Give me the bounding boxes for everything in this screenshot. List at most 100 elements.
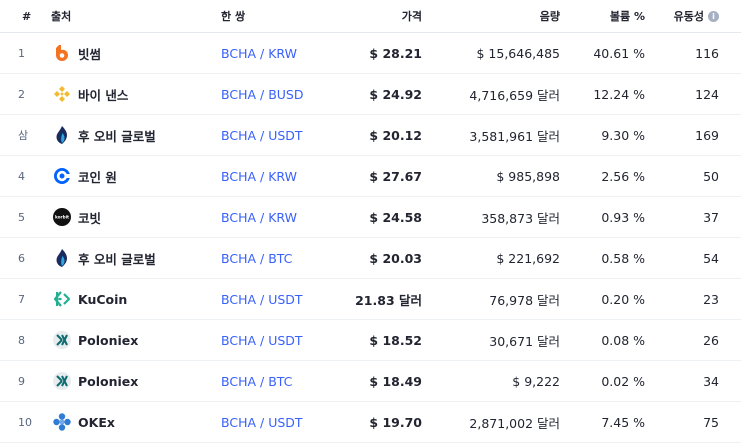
price-value: $ 19.70 (369, 414, 422, 430)
kucoin-logo-icon (52, 289, 72, 309)
row-rank: 1 (18, 46, 25, 60)
exchange-link[interactable]: 후 오비 글로벌 (52, 115, 212, 155)
volume-value: 30,671 달러 (489, 333, 560, 349)
table-row[interactable]: 8 Poloniex BCHA / USDT $ 18.52 30,671 달러… (0, 320, 741, 361)
binance-logo-icon (52, 84, 72, 104)
poloniex-logo-icon (52, 371, 72, 391)
volume-value: 4,716,659 달러 (469, 87, 560, 103)
row-rank: 4 (18, 169, 25, 183)
price-value: $ 24.92 (369, 86, 422, 102)
header-price[interactable]: 가격 (300, 0, 422, 32)
volume-share-value: 9.30 % (601, 127, 645, 143)
row-rank: 9 (18, 374, 25, 388)
table-header: # 출처 한 쌍 가격 음량 볼륨 % 유동성 i (0, 0, 741, 33)
header-volume-share[interactable]: 볼륨 % (570, 0, 645, 32)
korbit-logo-icon: korbit (52, 207, 72, 227)
info-icon[interactable]: i (708, 10, 719, 22)
row-rank: 삼 (18, 129, 29, 142)
exchange-link[interactable]: Poloniex (52, 320, 212, 360)
table-row[interactable]: 2 바이 낸스 BCHA / BUSD $ 24.92 4,716,659 달러… (0, 74, 741, 115)
exchange-name: Poloniex (78, 373, 139, 389)
price-value: $ 18.49 (369, 373, 422, 389)
exchange-name: 코인 원 (78, 169, 117, 185)
volume-share-value: 0.08 % (601, 332, 645, 348)
exchange-link[interactable]: KuCoin (52, 279, 212, 319)
exchange-name: 빗썸 (78, 46, 102, 62)
price-value: $ 18.52 (369, 332, 422, 348)
price-value: $ 24.58 (369, 209, 422, 225)
exchange-link[interactable]: 바이 낸스 (52, 74, 212, 114)
huobi-logo-icon (52, 125, 72, 145)
exchange-link[interactable]: 빗썸 (52, 33, 212, 73)
table-row[interactable]: 9 Poloniex BCHA / BTC $ 18.49 $ 9,222 0.… (0, 361, 741, 402)
exchange-name: 코빗 (78, 210, 102, 226)
header-volume[interactable]: 음량 (430, 0, 560, 32)
volume-share-value: 2.56 % (601, 168, 645, 184)
liquidity-value: 54 (703, 250, 719, 266)
liquidity-value: 50 (703, 168, 719, 184)
table-row[interactable]: 4 코인 원 BCHA / KRW $ 27.67 $ 985,898 2.56… (0, 156, 741, 197)
volume-value: 2,871,002 달러 (469, 415, 560, 431)
volume-share-value: 0.58 % (601, 250, 645, 266)
huobi-logo-icon (52, 248, 72, 268)
row-rank: 7 (18, 292, 25, 306)
table-row[interactable]: 5 korbit 코빗 BCHA / KRW $ 24.58 358,873 달… (0, 197, 741, 238)
table-row[interactable]: 삼 후 오비 글로벌 BCHA / USDT $ 20.12 3,581,961… (0, 115, 741, 156)
volume-value: $ 9,222 (512, 373, 560, 389)
liquidity-value: 34 (703, 373, 719, 389)
liquidity-value: 124 (695, 86, 719, 102)
row-rank: 5 (18, 210, 25, 224)
coinone-logo-icon (52, 166, 72, 186)
row-rank: 8 (18, 333, 25, 347)
price-value: $ 27.67 (369, 168, 422, 184)
row-rank: 10 (18, 415, 32, 429)
exchange-link[interactable]: korbit 코빗 (52, 197, 212, 237)
row-rank: 6 (18, 251, 25, 265)
exchange-link[interactable]: 후 오비 글로벌 (52, 238, 212, 278)
header-rank[interactable]: # (22, 0, 42, 32)
liquidity-value: 37 (703, 209, 719, 225)
markets-table: # 출처 한 쌍 가격 음량 볼륨 % 유동성 i 1 빗썸 BCHA / KR… (0, 0, 741, 443)
header-liquidity[interactable]: 유동성 i (660, 0, 719, 32)
price-value: $ 28.21 (369, 45, 422, 61)
table-row[interactable]: 6 후 오비 글로벌 BCHA / BTC $ 20.03 $ 221,692 … (0, 238, 741, 279)
okex-logo-icon (52, 412, 72, 432)
liquidity-value: 116 (695, 45, 719, 61)
volume-value: $ 985,898 (496, 168, 560, 184)
exchange-name: 후 오비 글로벌 (78, 251, 156, 267)
exchange-name: OKEx (78, 414, 115, 430)
volume-share-value: 0.02 % (601, 373, 645, 389)
price-value: 21.83 달러 (355, 292, 422, 308)
liquidity-value: 23 (703, 291, 719, 307)
liquidity-value: 26 (703, 332, 719, 348)
price-value: $ 20.03 (369, 250, 422, 266)
liquidity-value: 75 (703, 414, 719, 430)
row-rank: 2 (18, 87, 25, 101)
exchange-name: Poloniex (78, 332, 139, 348)
exchange-link[interactable]: 코인 원 (52, 156, 212, 196)
header-liquidity-label: 유동성 (673, 10, 704, 23)
volume-share-value: 7.45 % (601, 414, 645, 430)
bithumb-logo-icon (52, 43, 72, 63)
liquidity-value: 169 (695, 127, 719, 143)
price-value: $ 20.12 (369, 127, 422, 143)
volume-share-value: 0.20 % (601, 291, 645, 307)
exchange-link[interactable]: OKEx (52, 402, 212, 442)
volume-value: 76,978 달러 (489, 292, 560, 308)
volume-value: $ 15,646,485 (476, 45, 561, 61)
volume-share-value: 40.61 % (593, 45, 645, 61)
exchange-name: KuCoin (78, 291, 128, 307)
header-source[interactable]: 출처 (51, 0, 211, 32)
table-row[interactable]: 1 빗썸 BCHA / KRW $ 28.21 $ 15,646,485 40.… (0, 33, 741, 74)
exchange-name: 바이 낸스 (78, 87, 129, 103)
table-row[interactable]: 7 KuCoin BCHA / USDT 21.83 달러 76,978 달러 … (0, 279, 741, 320)
table-row[interactable]: 10 OKEx BCHA / USDT $ 19.70 2,871,002 달러… (0, 402, 741, 443)
volume-value: $ 221,692 (496, 250, 560, 266)
poloniex-logo-icon (52, 330, 72, 350)
volume-value: 3,581,961 달러 (469, 128, 560, 144)
volume-share-value: 0.93 % (601, 209, 645, 225)
exchange-link[interactable]: Poloniex (52, 361, 212, 401)
svg-text:korbit: korbit (55, 215, 69, 220)
exchange-name: 후 오비 글로벌 (78, 128, 156, 144)
volume-share-value: 12.24 % (593, 86, 645, 102)
